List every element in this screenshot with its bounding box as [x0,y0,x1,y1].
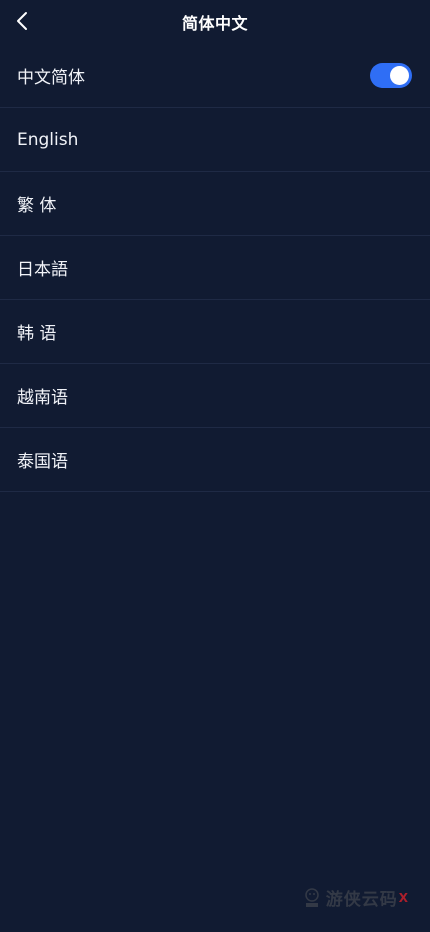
language-list: 中文简体 English 繁 体 日本語 韩 语 越南语 泰国语 [0,44,430,492]
language-option-english[interactable]: English [0,108,430,172]
watermark: 游侠云码 X [302,885,408,910]
language-option-thai[interactable]: 泰国语 [0,428,430,492]
toggle-knob [390,66,409,85]
language-option-vietnamese[interactable]: 越南语 [0,364,430,428]
watermark-mark: X [398,890,408,905]
language-label: 韩 语 [17,324,57,344]
language-option-japanese[interactable]: 日本語 [0,236,430,300]
language-label: 泰国语 [17,452,68,472]
language-option-korean[interactable]: 韩 语 [0,300,430,364]
watermark-logo-icon [304,887,319,907]
language-option-zh-hant[interactable]: 繁 体 [0,172,430,236]
language-label: 越南语 [17,388,68,408]
language-label: 繁 体 [17,196,57,216]
page-title: 简体中文 [181,14,248,33]
language-option-zh-hans[interactable]: 中文简体 [0,44,430,108]
back-button[interactable] [8,4,36,38]
watermark-text: 游侠云码 [325,890,398,910]
language-label: 中文简体 [17,68,85,88]
selected-toggle[interactable] [370,63,412,88]
language-label: 日本語 [17,260,68,280]
language-label: English [17,129,79,150]
top-bar: 简体中文 [0,0,430,44]
chevron-left-icon [17,12,27,30]
